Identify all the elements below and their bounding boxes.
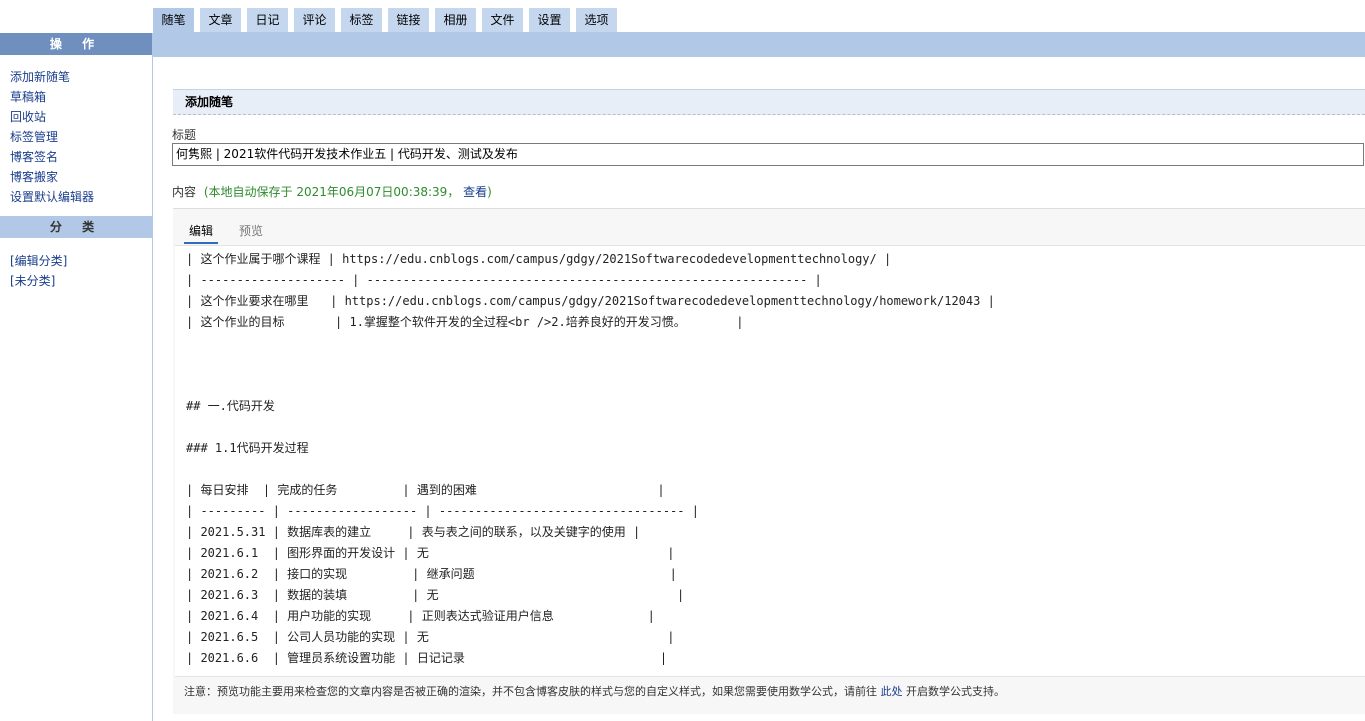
section-title: 添加随笔 <box>185 95 234 109</box>
tab-links[interactable]: 链接 <box>388 8 429 32</box>
title-label: 标题 <box>172 128 197 142</box>
tab-posts[interactable]: 随笔 <box>153 8 194 32</box>
tab-settings[interactable]: 设置 <box>529 8 570 32</box>
toolbar-strip <box>153 32 1365 57</box>
sidebar-link-tag-manage[interactable]: 标签管理 <box>10 127 94 147</box>
sidebar-link-blog-signature[interactable]: 博客签名 <box>10 147 94 167</box>
sidebar-link-add-post[interactable]: 添加新随笔 <box>10 67 94 87</box>
markdown-editor[interactable]: | 这个作业属于哪个课程 | https://edu.cnblogs.com/c… <box>175 245 1365 677</box>
category-link-edit[interactable]: [编辑分类] <box>10 251 67 271</box>
tab-tags[interactable]: 标签 <box>341 8 382 32</box>
autosave-text: (本地自动保存于 2021年06月07日00:38:39， <box>203 185 460 199</box>
sidebar-link-recycle-bin[interactable]: 回收站 <box>10 107 94 127</box>
tab-articles[interactable]: 文章 <box>200 8 241 32</box>
content-label: 内容 <box>172 185 197 199</box>
tab-albums[interactable]: 相册 <box>435 8 476 32</box>
title-input[interactable]: 何隽熙 | 2021软件代码开发技术作业五 | 代码开发、测试及发布 <box>172 143 1364 166</box>
sidebar-link-drafts[interactable]: 草稿箱 <box>10 87 94 107</box>
editor-content[interactable]: | 这个作业属于哪个课程 | https://edu.cnblogs.com/c… <box>175 246 1365 669</box>
preview-note: 注意：预览功能主要用来检查您的文章内容是否被正确的渲染，并不包含博客皮肤的样式与… <box>184 683 1005 699</box>
autosave-view-link[interactable]: 查看 <box>463 185 487 199</box>
note-text: 注意：预览功能主要用来检查您的文章内容是否被正确的渲染，并不包含博客皮肤的样式与… <box>184 685 877 698</box>
autosave-close: ) <box>487 185 492 199</box>
category-link-uncategorized[interactable]: [未分类] <box>10 271 67 291</box>
ops-header: 操 作 <box>0 33 152 55</box>
category-header: 分 类 <box>0 216 152 238</box>
editor-tab-preview[interactable]: 预览 <box>239 220 269 242</box>
category-links: [编辑分类] [未分类] <box>10 251 67 291</box>
sidebar-link-blog-migrate[interactable]: 博客搬家 <box>10 167 94 187</box>
tab-files[interactable]: 文件 <box>482 8 523 32</box>
autosave-status: (本地自动保存于 2021年06月07日00:38:39， 查看) <box>204 185 492 199</box>
tab-diary[interactable]: 日记 <box>247 8 288 32</box>
sidebar: 操 作 添加新随笔 草稿箱 回收站 标签管理 博客签名 博客搬家 设置默认编辑器… <box>0 33 153 721</box>
editor-tab-edit[interactable]: 编辑 <box>184 220 218 244</box>
ops-links: 添加新随笔 草稿箱 回收站 标签管理 博客签名 博客搬家 设置默认编辑器 <box>10 67 94 207</box>
tab-options[interactable]: 选项 <box>576 8 617 32</box>
sidebar-link-default-editor[interactable]: 设置默认编辑器 <box>10 187 94 207</box>
section-header: 添加随笔 <box>173 89 1365 115</box>
content-label-row: 内容 (本地自动保存于 2021年06月07日00:38:39， 查看) <box>172 183 492 200</box>
note-link[interactable]: 此处 <box>881 685 903 698</box>
tab-comments[interactable]: 评论 <box>294 8 335 32</box>
note-tail: 开启数学公式支持。 <box>906 685 1005 698</box>
